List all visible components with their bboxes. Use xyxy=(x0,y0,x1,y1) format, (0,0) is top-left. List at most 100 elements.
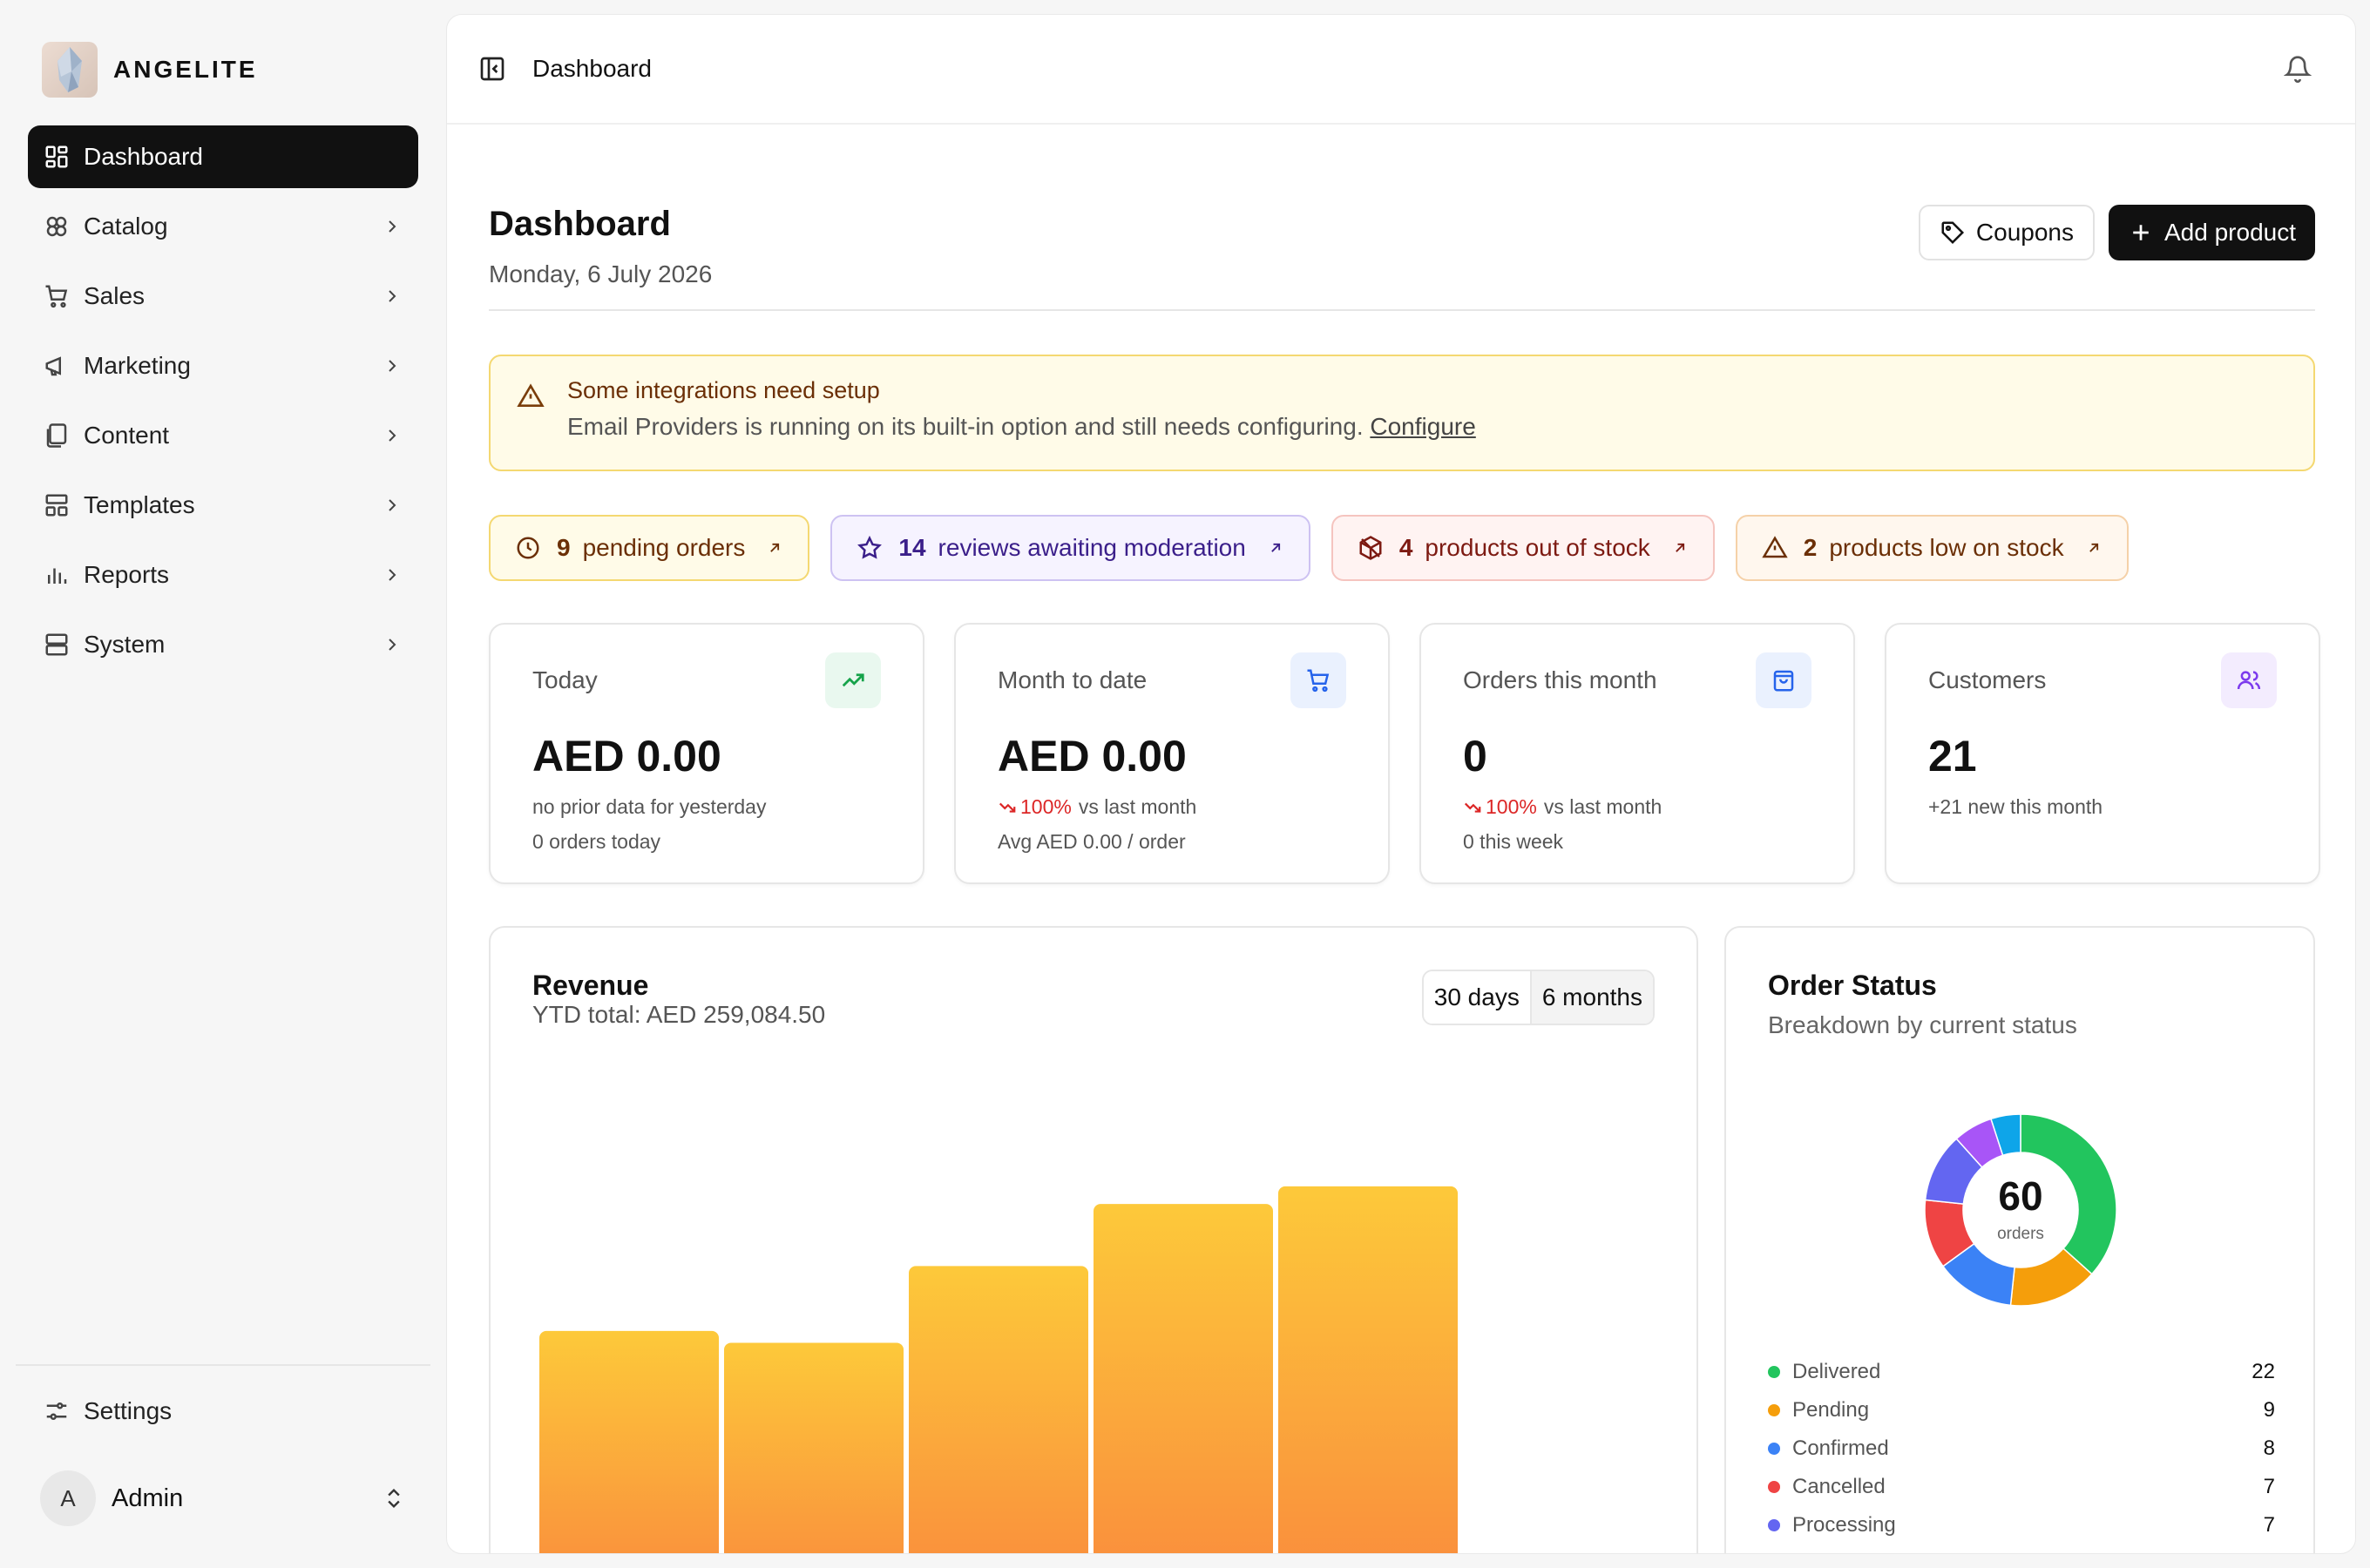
warning-icon xyxy=(1762,536,1788,558)
pill-label: products out of stock xyxy=(1425,534,1650,561)
page-header: Dashboard Monday, 6 July 2026 Coupons Ad… xyxy=(489,125,2315,311)
low-stock-pill[interactable]: 2 products low on stock xyxy=(1735,515,2129,581)
stat-value: 21 xyxy=(1928,732,1977,781)
chevron-right-icon xyxy=(389,220,396,233)
sidebar-nav: Dashboard Catalog Sales Marketing Conten… xyxy=(28,125,418,683)
arrow-up-right-icon xyxy=(770,543,780,552)
range-30-days[interactable]: 30 days xyxy=(1423,971,1530,1024)
bar-chart-icon xyxy=(48,568,67,584)
legend-dot xyxy=(1768,1519,1780,1531)
order-status-donut: 60 orders xyxy=(1923,1112,2118,1308)
sidebar-item-sales[interactable]: Sales xyxy=(28,265,418,328)
pill-count: 4 xyxy=(1398,534,1413,561)
legend-label: Pending xyxy=(1792,1398,1870,1422)
revenue-bar[interactable] xyxy=(1094,1204,1273,1554)
delta-value: 100% xyxy=(1486,795,1537,818)
sidebar-item-label: Dashboard xyxy=(84,143,203,170)
stat-value: AED 0.00 xyxy=(532,732,721,781)
stat-subnote: Avg AED 0.00 / order xyxy=(998,830,1186,853)
revenue-bar[interactable] xyxy=(539,1330,719,1554)
reviews-pill[interactable]: 14 reviews awaiting moderation xyxy=(830,515,1310,581)
stat-cards: Today AED 0.00 no prior data for yesterd… xyxy=(489,623,2320,884)
revenue-bar[interactable] xyxy=(909,1266,1088,1554)
sidebar-item-system[interactable]: System xyxy=(28,613,418,676)
bell-icon[interactable] xyxy=(2284,55,2312,83)
stat-note: +21 new this month xyxy=(1928,795,2103,818)
stat-card-orders-this-month[interactable]: Orders this month 0 100% vs last month 0… xyxy=(1419,623,1855,884)
legend-count: 4 xyxy=(2264,1551,2275,1553)
pending-orders-pill[interactable]: 9 pending orders xyxy=(489,515,810,581)
pill-label: reviews awaiting moderation xyxy=(938,534,1246,561)
legend-dot xyxy=(1768,1404,1780,1416)
delta-value: 100% xyxy=(1020,795,1072,818)
legend-item: Cancelled 7 xyxy=(1768,1468,2275,1506)
stat-card-today[interactable]: Today AED 0.00 no prior data for yesterd… xyxy=(489,623,924,884)
sidebar-item-label: Templates xyxy=(84,491,195,518)
legend-count: 9 xyxy=(2263,1398,2275,1422)
server-icon xyxy=(45,633,68,656)
stat-label: Customers xyxy=(1928,666,2047,693)
page-content: Dashboard Monday, 6 July 2026 Coupons Ad… xyxy=(489,125,2320,1553)
alert-message: Email Providers is running on its built-… xyxy=(567,413,1364,440)
dashboard-icon xyxy=(45,145,68,168)
chevrons-up-down-icon xyxy=(388,1489,400,1508)
sidebar-item-catalog[interactable]: Catalog xyxy=(28,195,418,258)
chevron-right-icon xyxy=(389,360,396,372)
sidebar-toggle-icon[interactable] xyxy=(478,55,506,83)
stat-value: 0 xyxy=(1463,732,1487,781)
sidebar-item-label: Sales xyxy=(84,282,146,309)
sidebar-item-content[interactable]: Content xyxy=(28,404,418,467)
user-menu[interactable]: A Admin xyxy=(40,1469,406,1528)
sidebar-item-dashboard[interactable]: Dashboard xyxy=(28,125,418,188)
out-of-stock-pill[interactable]: 4 products out of stock xyxy=(1331,515,1715,581)
revenue-bar[interactable] xyxy=(724,1342,904,1554)
legend-label: Cancelled xyxy=(1792,1475,1886,1498)
clock-icon xyxy=(517,537,539,559)
sidebar: ANGELITE Dashboard Catalog Sales Marketi… xyxy=(0,0,444,1568)
stat-card-customers[interactable]: Customers 21 +21 new this month xyxy=(1885,623,2320,884)
add-product-button[interactable]: Add product xyxy=(2109,205,2315,260)
shopping-bag-icon xyxy=(1756,652,1811,708)
sidebar-item-reports[interactable]: Reports xyxy=(28,544,418,606)
files-icon xyxy=(46,423,67,448)
coupons-button[interactable]: Coupons xyxy=(1918,205,2095,260)
revenue-bars xyxy=(539,1186,1458,1554)
sidebar-item-templates[interactable]: Templates xyxy=(28,474,418,537)
megaphone-icon xyxy=(45,356,61,376)
catalog-icon xyxy=(46,216,67,237)
order-status-title: Order Status xyxy=(1768,970,1937,1001)
revenue-card: Revenue YTD total: AED 259,084.50 30 day… xyxy=(489,926,1698,1554)
star-icon xyxy=(857,535,883,559)
order-status-card: Order Status Breakdown by current status… xyxy=(1724,926,2315,1553)
sidebar-item-marketing[interactable]: Marketing xyxy=(28,335,418,397)
package-x-icon xyxy=(1359,536,1382,560)
sidebar-item-settings[interactable]: Settings xyxy=(28,1380,418,1443)
brand[interactable]: ANGELITE xyxy=(42,42,258,98)
configure-link[interactable]: Configure xyxy=(1370,413,1475,440)
legend-label: Delivered xyxy=(1792,1360,1881,1383)
sidebar-item-label: Marketing xyxy=(84,352,191,379)
alert-title: Some integrations need setup xyxy=(567,377,880,403)
page-title: Dashboard xyxy=(489,205,671,243)
tag-icon xyxy=(1941,221,1964,245)
header-actions: Coupons Add product xyxy=(1918,205,2315,260)
legend-count: 22 xyxy=(2252,1360,2275,1383)
stat-card-month-to-date[interactable]: Month to date AED 0.00 100% vs last mont… xyxy=(954,623,1390,884)
trending-down-icon xyxy=(1464,802,1481,813)
sidebar-item-label: Settings xyxy=(84,1397,173,1424)
arrow-up-right-icon xyxy=(1271,543,1280,552)
avatar: A xyxy=(40,1470,96,1526)
attention-pills: 9 pending orders 14 reviews awaiting mod… xyxy=(489,515,2129,581)
cart-icon xyxy=(45,285,68,308)
integrations-alert: Some integrations need setup Email Provi… xyxy=(489,355,2315,471)
plus-icon xyxy=(2133,225,2149,240)
delta-badge: 100% xyxy=(998,795,1072,819)
revenue-bar-chart xyxy=(539,1186,1458,1554)
pill-label: products low on stock xyxy=(1829,534,2064,561)
arrow-up-right-icon xyxy=(2089,543,2098,552)
chevron-right-icon xyxy=(389,499,396,511)
revenue-bar[interactable] xyxy=(1278,1186,1458,1554)
stat-label: Today xyxy=(532,666,598,693)
sidebar-item-label: System xyxy=(84,631,166,658)
range-6-months[interactable]: 6 months xyxy=(1529,971,1653,1024)
